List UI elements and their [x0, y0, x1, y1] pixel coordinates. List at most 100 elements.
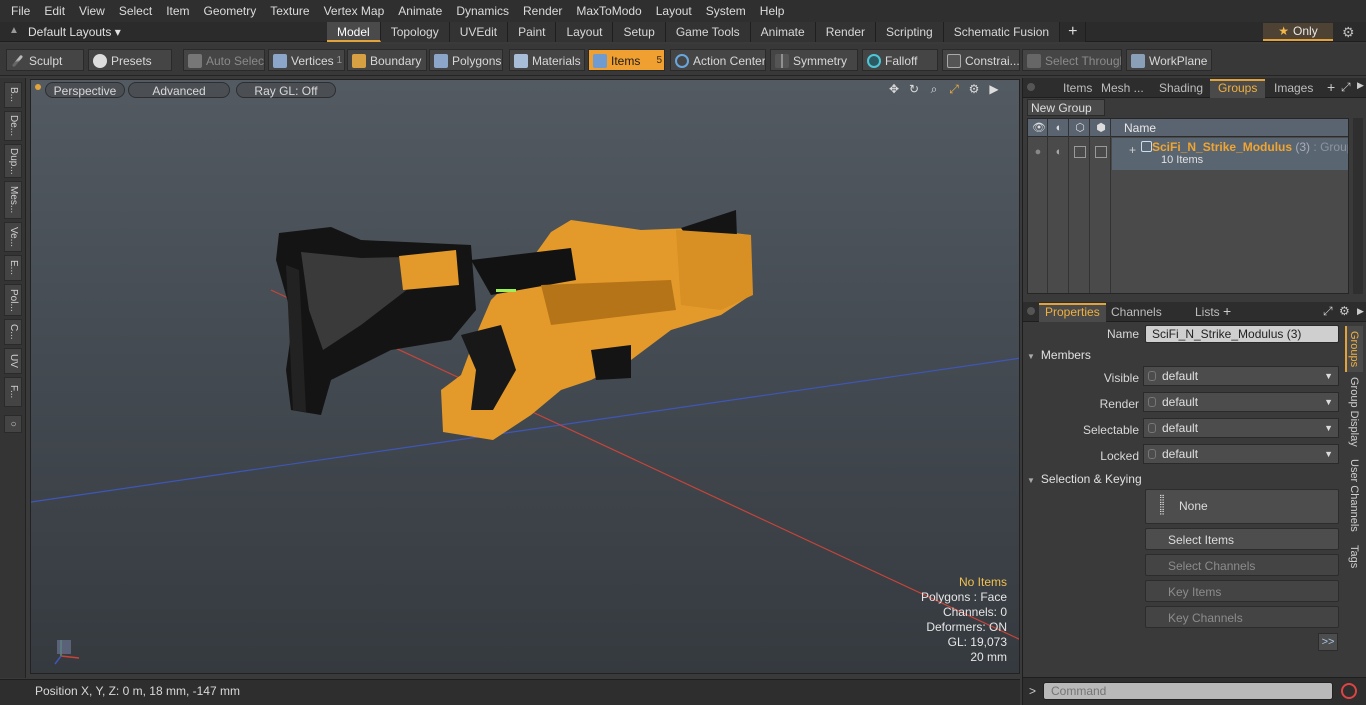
collapse-arrow-icon[interactable]: ▲ [9, 26, 19, 36]
vtab-tags[interactable]: Tags [1345, 540, 1363, 574]
key-items-button[interactable]: Key Items [1145, 580, 1339, 602]
zoom-search-icon[interactable]: ⌕ [927, 82, 941, 96]
boundary-mode-button[interactable]: Boundary [347, 49, 427, 71]
tool-tab-basic[interactable]: B... [4, 82, 22, 108]
tool-tab-mesh-edit[interactable]: Mes... [4, 181, 22, 219]
tab-game-tools[interactable]: Game Tools [665, 22, 751, 42]
command-input[interactable] [1043, 682, 1333, 700]
tab-scripting[interactable]: Scripting [876, 22, 944, 42]
menu-item[interactable]: Item [159, 0, 196, 22]
tool-tab-vertex[interactable]: Ve... [4, 222, 22, 252]
tab-topology[interactable]: Topology [380, 22, 450, 42]
viewport-menu-dot-icon[interactable] [35, 84, 41, 90]
viewport-gear-icon[interactable]: ⚙ [967, 82, 981, 96]
items-mode-button[interactable]: Items 5 [588, 49, 665, 71]
tab-channels[interactable]: Channels [1105, 303, 1168, 322]
vertices-mode-button[interactable]: Vertices 1 [268, 49, 345, 71]
menu-layout[interactable]: Layout [649, 0, 699, 22]
prop-more-arrow-icon[interactable]: ▶ [1357, 306, 1364, 317]
rotate-icon[interactable]: ↻ [907, 82, 921, 96]
panel-maximize-icon[interactable]: ⤢ [1341, 80, 1351, 95]
menu-dynamics[interactable]: Dynamics [449, 0, 516, 22]
prop-menu-dot-icon[interactable] [1027, 307, 1035, 315]
3d-viewport[interactable]: Perspective Advanced Ray GL: Off ✥ ↻ ⌕ ⤢… [30, 79, 1020, 674]
add-tab-plus-icon[interactable]: + [1060, 22, 1087, 42]
shading-style-dropdown[interactable]: Advanced [128, 82, 230, 98]
tool-tab-deform[interactable]: De... [4, 111, 22, 141]
select-through-button[interactable]: Select Through [1022, 49, 1122, 71]
panel-menu-dot-icon[interactable] [1027, 83, 1035, 91]
group-list-scrollbar[interactable] [1353, 118, 1363, 294]
selectable-dropdown[interactable]: default ▼ [1143, 418, 1339, 438]
select-items-button[interactable]: Select Items [1145, 528, 1339, 550]
menu-help[interactable]: Help [753, 0, 792, 22]
members-section-header[interactable]: ▼ Members [1027, 346, 1337, 364]
add-panel-tab-plus-icon[interactable]: + [1327, 79, 1335, 95]
render-dropdown[interactable]: default ▼ [1143, 392, 1339, 412]
constraints-button[interactable]: Constrai... [942, 49, 1020, 71]
raygl-toggle[interactable]: Ray GL: Off [236, 82, 336, 98]
menu-vertex-map[interactable]: Vertex Map [317, 0, 392, 22]
sculpt-button[interactable]: Sculpt [6, 49, 84, 71]
tab-model[interactable]: Model [327, 22, 381, 42]
auto-select-button[interactable]: Auto Select [183, 49, 265, 71]
menu-file[interactable]: File [4, 0, 37, 22]
menu-maxtomodo[interactable]: MaxToModo [569, 0, 648, 22]
action-center-button[interactable]: Action Center [670, 49, 766, 71]
falloff-button[interactable]: Falloff [862, 49, 938, 71]
tab-shading[interactable]: Shading [1151, 79, 1211, 98]
tab-setup[interactable]: Setup [613, 22, 666, 42]
menu-render[interactable]: Render [516, 0, 569, 22]
vtab-user-channels[interactable]: User Channels [1345, 454, 1363, 536]
group-name-input[interactable]: SciFi_N_Strike_Modulus (3) [1145, 325, 1339, 343]
maximize-icon[interactable]: ⤢ [947, 82, 961, 96]
tab-mesh[interactable]: Mesh ... [1093, 79, 1152, 98]
workplane-button[interactable]: WorkPlane [1126, 49, 1212, 71]
tool-tab-edge[interactable]: E... [4, 255, 22, 281]
tab-render[interactable]: Render [815, 22, 877, 42]
tab-layout[interactable]: Layout [556, 22, 614, 42]
key-channels-button[interactable]: Key Channels [1145, 606, 1339, 628]
none-selection-button[interactable]: ⠿ ⠿ ⠿ None [1145, 489, 1339, 524]
polygons-mode-button[interactable]: Polygons [429, 49, 503, 71]
presets-button[interactable]: Presets [88, 49, 172, 71]
tool-tab-fusion[interactable]: F... [4, 377, 22, 407]
new-group-button[interactable]: New Group [1027, 99, 1105, 116]
expand-more-button[interactable]: >> [1318, 633, 1338, 651]
menu-edit[interactable]: Edit [37, 0, 72, 22]
selection-keying-section-header[interactable]: ▼ Selection & Keying [1027, 470, 1337, 488]
view-type-dropdown[interactable]: Perspective [45, 82, 125, 98]
row-visibility-eye-icon[interactable]: ● [1032, 146, 1044, 158]
locked-dropdown[interactable]: default ▼ [1143, 444, 1339, 464]
visible-dropdown[interactable]: default ▼ [1143, 366, 1339, 386]
menu-system[interactable]: System [699, 0, 753, 22]
scifi-rifle-model[interactable] [276, 210, 753, 440]
menu-geometry[interactable]: Geometry [197, 0, 264, 22]
tab-groups[interactable]: Groups [1210, 79, 1266, 98]
symmetry-button[interactable]: Symmetry [770, 49, 858, 71]
menu-select[interactable]: Select [112, 0, 159, 22]
tab-lists[interactable]: Lists [1189, 303, 1226, 322]
layouts-dropdown[interactable]: Default Layouts ▾ [28, 22, 121, 42]
tool-tab-duplicate[interactable]: Dup... [4, 144, 22, 178]
tab-properties[interactable]: Properties [1039, 303, 1106, 322]
tool-tab-curve[interactable]: C... [4, 319, 22, 345]
tab-animate[interactable]: Animate [750, 22, 816, 42]
menu-animate[interactable]: Animate [391, 0, 449, 22]
panel-more-arrow-icon[interactable]: ▶ [1357, 80, 1364, 91]
vtab-groups[interactable]: Groups [1345, 326, 1363, 372]
tool-tab-uv[interactable]: UV [4, 348, 22, 374]
row-lock-checkbox[interactable] [1074, 146, 1086, 158]
menu-texture[interactable]: Texture [263, 0, 316, 22]
expand-plus-icon[interactable]: + [1129, 143, 1136, 157]
record-macro-icon[interactable] [1341, 683, 1357, 699]
tool-tab-polygon[interactable]: Pol... [4, 284, 22, 316]
only-toggle-button[interactable]: ★ Only [1263, 23, 1333, 41]
group-row[interactable]: + SciFi_N_Strike_Modulus (3) : Group 10 … [1112, 138, 1348, 170]
gear-icon[interactable]: ⚙ [1342, 24, 1358, 40]
materials-mode-button[interactable]: Materials [509, 49, 585, 71]
tab-schematic-fusion[interactable]: Schematic Fusion [943, 22, 1061, 42]
vtab-group-display[interactable]: Group Display [1345, 376, 1363, 448]
row-render-icon[interactable]: ◐ [1053, 146, 1065, 158]
viewport-more-arrow-icon[interactable]: ▶ [987, 82, 1001, 96]
